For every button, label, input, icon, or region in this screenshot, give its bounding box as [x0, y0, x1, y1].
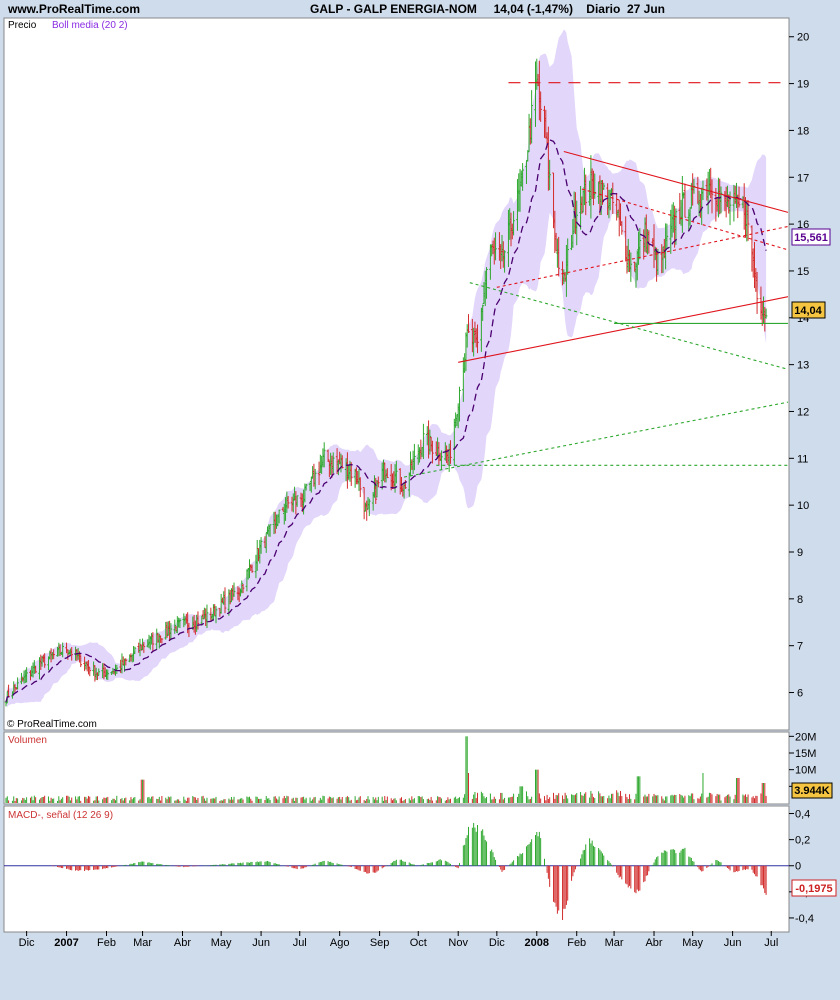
price-label: Precio: [8, 20, 37, 31]
x-tick-label: Feb: [567, 937, 586, 949]
price-tick-label: 17: [797, 172, 809, 184]
x-tick-label: Abr: [645, 937, 662, 949]
x-tick-label: Ago: [330, 937, 350, 949]
x-tick-label: Jun: [252, 937, 270, 949]
x-tick-label: Nov: [448, 937, 468, 949]
x-tick-label: Jun: [724, 937, 742, 949]
x-tick-label: Mar: [133, 937, 152, 949]
volume-tick-label: 10M: [795, 765, 816, 777]
stock-chart: 678910111213141516171819205M10M15M20M0,4…: [3, 17, 837, 949]
x-tick-label: May: [211, 937, 232, 949]
macd-tick-label: 0,4: [795, 809, 810, 821]
macd-tick-label: 0: [795, 861, 801, 873]
x-tick-label: Dic: [489, 937, 505, 949]
copyright-label: © ProRealTime.com: [7, 719, 97, 730]
price-tick-label: 12: [797, 406, 809, 418]
price-tick-label: 15: [797, 266, 809, 278]
price-tick-label: 9: [797, 547, 803, 559]
x-axis: Dic 2007 Feb Mar Abr May Jun Jul Ago Sep Oct Nov Dic…: [19, 931, 778, 949]
price-tick-label: 7: [797, 641, 803, 653]
macd-tick-label: -0,4: [795, 913, 814, 925]
price-tick-label: 11: [797, 453, 808, 465]
price-tick-label: 20: [797, 32, 809, 44]
price-tick-label: 19: [797, 79, 809, 91]
boll-value: 15,561: [794, 232, 828, 244]
x-tick-label: May: [682, 937, 703, 949]
price-tick-label: 18: [797, 125, 809, 137]
x-tick-label: Jul: [764, 937, 778, 949]
price-tick-label: 6: [797, 688, 803, 700]
x-tick-label: Dic: [19, 937, 35, 949]
x-tick-label: Sep: [370, 937, 390, 949]
x-tick-label: Feb: [97, 937, 116, 949]
price-tick-label: 13: [797, 360, 809, 372]
macd-tick-label: 0,2: [795, 835, 810, 847]
volume-value: 3.944K: [794, 785, 830, 797]
volume-label: Volumen: [8, 735, 47, 746]
x-tick-label: Oct: [410, 937, 427, 949]
price-tick-label: 8: [797, 594, 803, 606]
price-tick-label: 10: [797, 500, 809, 512]
price-panel: [3, 17, 790, 731]
x-tick-label: 2008: [525, 937, 549, 949]
x-tick-label: Jul: [293, 937, 307, 949]
volume-tick-label: 20M: [795, 731, 816, 743]
x-tick-label: Mar: [605, 937, 624, 949]
x-tick-label: 2007: [54, 937, 78, 949]
boll-label: Boll media (20 2): [52, 20, 128, 31]
volume-panel: [3, 731, 790, 805]
last-price: 14,04: [794, 305, 822, 317]
macd-panel: [3, 805, 790, 933]
macd-label: MACD-, señal (12 26 9): [8, 810, 113, 821]
macd-value: -0,1975: [795, 883, 832, 895]
x-tick-label: Abr: [174, 937, 191, 949]
volume-tick-label: 15M: [795, 748, 816, 760]
